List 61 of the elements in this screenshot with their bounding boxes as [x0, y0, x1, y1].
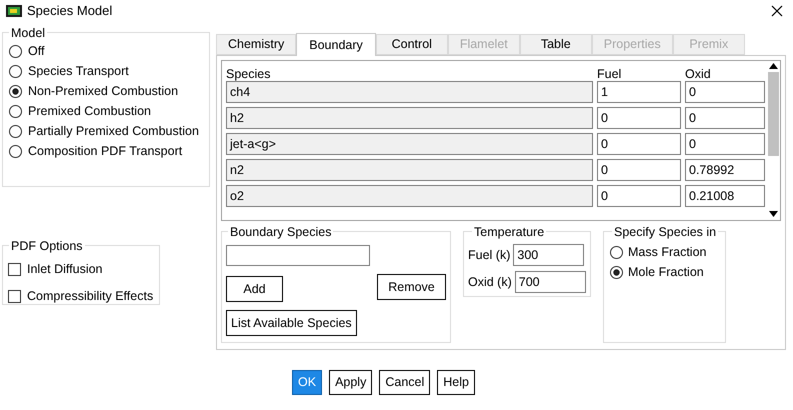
radio-label[interactable]: Species Transport — [28, 62, 129, 80]
dialog-button[interactable]: OK — [292, 370, 322, 395]
fuel-input-field[interactable]: 0 — [597, 159, 681, 181]
window-title: Species Model — [27, 2, 112, 20]
close-icon[interactable] — [771, 5, 783, 17]
radio-label[interactable]: Premixed Combustion — [28, 102, 151, 120]
radio-label[interactable]: Non-Premixed Combustion — [28, 82, 178, 100]
species-name-cell: n2 — [226, 159, 593, 181]
oxid-input-field[interactable]: 0 — [685, 81, 765, 103]
radio-icon[interactable] — [9, 64, 22, 78]
field-label: Fuel (k) — [468, 246, 510, 264]
oxid-input-field[interactable]: 0.78992 — [685, 159, 765, 181]
remove-button[interactable]: Remove — [377, 274, 446, 300]
scroll-down-icon[interactable] — [768, 211, 778, 217]
radio-icon[interactable] — [9, 44, 22, 58]
radio-label[interactable]: Partially Premixed Combustion — [28, 122, 199, 140]
fuel-input-field[interactable]: 0 — [597, 133, 681, 155]
scroll-up-icon[interactable] — [768, 63, 778, 69]
oxid-input-field[interactable]: 0 — [685, 133, 765, 155]
radio-label[interactable]: Mass Fraction — [628, 243, 706, 262]
radio-icon[interactable] — [9, 104, 22, 118]
radio-label[interactable]: Off — [28, 42, 44, 60]
temperature-input-field[interactable]: 700 — [514, 271, 586, 293]
list-species-button[interactable]: List Available Species — [226, 310, 357, 336]
species-name-cell: h2 — [226, 107, 593, 129]
column-header: Species — [226, 66, 272, 81]
checkbox-label[interactable]: Inlet Diffusion — [27, 260, 103, 279]
checkbox-label[interactable]: Compressibility Effects — [27, 286, 154, 306]
fuel-input-field[interactable]: 0 — [597, 185, 681, 207]
oxid-input-field[interactable]: 0 — [685, 107, 765, 129]
app-icon — [6, 5, 22, 17]
tab[interactable]: Boundary — [296, 33, 376, 56]
checkbox[interactable] — [8, 262, 21, 276]
dialog-button[interactable]: Apply — [329, 370, 372, 395]
fuel-input-field[interactable]: 0 — [597, 107, 681, 129]
add-button[interactable]: Add — [226, 276, 283, 302]
column-header: Fuel — [597, 66, 622, 81]
radio-icon[interactable] — [9, 124, 22, 138]
radio-icon[interactable] — [610, 246, 623, 259]
radio-selected-icon[interactable] — [9, 84, 22, 98]
scrollbar[interactable] — [767, 63, 779, 217]
species-name-cell: o2 — [226, 185, 593, 207]
scroll-thumb[interactable] — [768, 72, 778, 156]
tab[interactable]: Table — [520, 34, 592, 55]
radio-icon[interactable] — [9, 144, 22, 158]
radio-label[interactable]: Mole Fraction — [628, 263, 704, 282]
field-label: Oxid (k) — [468, 274, 512, 291]
fuel-input-field[interactable]: 1 — [597, 81, 681, 103]
species-name-cell: ch4 — [226, 81, 593, 103]
dialog-button[interactable]: Cancel — [379, 370, 430, 395]
checkbox[interactable] — [8, 290, 21, 303]
species-input-field[interactable] — [226, 245, 370, 266]
tab[interactable]: Chemistry — [216, 34, 296, 55]
oxid-input-field[interactable]: 0.21008 — [685, 185, 765, 207]
radio-label[interactable]: Composition PDF Transport — [28, 142, 182, 160]
tab[interactable]: Control — [376, 34, 448, 55]
radio-selected-icon[interactable] — [610, 266, 623, 279]
dialog-button[interactable]: Help — [437, 370, 475, 395]
temperature-input-field[interactable]: 300 — [513, 244, 584, 266]
species-name-cell: jet-a<g> — [226, 133, 593, 155]
column-header: Oxid — [685, 66, 712, 81]
